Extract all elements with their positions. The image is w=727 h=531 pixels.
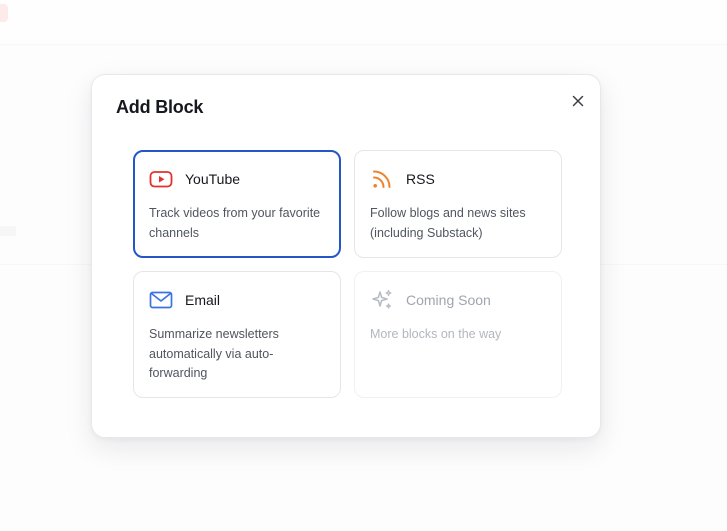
dialog-title: Add Block	[116, 97, 204, 117]
block-title: RSS	[406, 171, 435, 187]
block-title: Coming Soon	[406, 292, 491, 308]
background-logo-fragment	[0, 4, 8, 22]
block-option-youtube[interactable]: YouTube Track videos from your favorite …	[133, 150, 341, 258]
close-icon	[572, 95, 584, 107]
sparkles-icon	[370, 288, 394, 312]
youtube-icon	[149, 167, 173, 191]
background-text-fragment	[0, 226, 16, 236]
block-option-coming-soon: Coming Soon More blocks on the way	[354, 271, 562, 398]
close-button[interactable]	[568, 91, 588, 111]
mail-icon	[149, 288, 173, 312]
block-description: Track videos from your favorite channels	[149, 206, 321, 240]
add-block-dialog: Add Block YouTube Track videos from your…	[91, 74, 601, 438]
block-description: More blocks on the way	[370, 327, 502, 341]
block-option-email[interactable]: Email Summarize newsletters automaticall…	[133, 271, 341, 398]
block-description: Follow blogs and news sites (including S…	[370, 206, 526, 240]
block-title: YouTube	[185, 171, 241, 187]
background-header	[0, 0, 727, 45]
block-option-rss[interactable]: RSS Follow blogs and news sites (includi…	[354, 150, 562, 258]
block-description: Summarize newsletters automatically via …	[149, 327, 279, 380]
block-title: Email	[185, 292, 221, 308]
rss-icon	[370, 167, 394, 191]
